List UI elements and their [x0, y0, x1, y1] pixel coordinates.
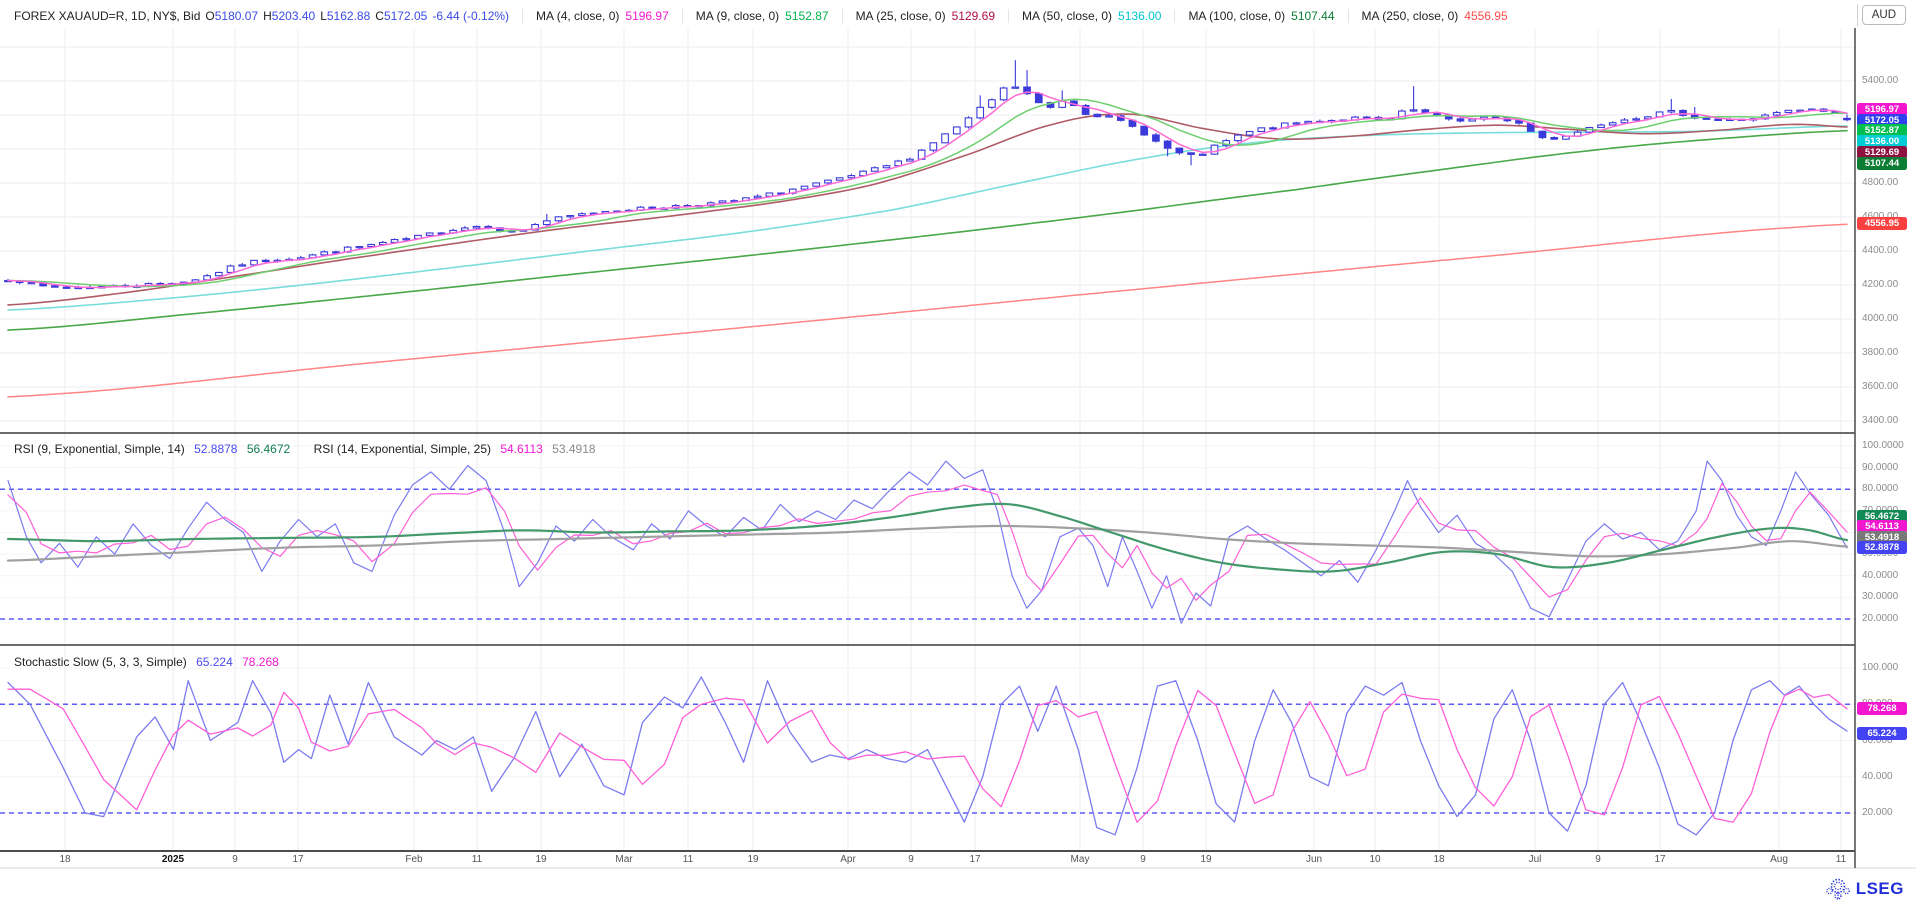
lseg-logo-text: LSEG — [1856, 879, 1904, 899]
charting-app: FOREX XAUAUD=R, 1D, NY$, Bid O5180.07 H5… — [0, 0, 1916, 905]
lseg-logo: LSEG — [1825, 876, 1904, 902]
rsi-title-2: RSI (14, Exponential, Simple, 25) — [314, 442, 491, 456]
rsi-pane-header: RSI (9, Exponential, Simple, 14) 52.8878… — [14, 442, 602, 456]
lseg-thistle-icon — [1825, 876, 1851, 902]
rsi9-value: 52.8878 — [194, 442, 237, 456]
rsi14-value: 54.6113 — [500, 442, 543, 456]
stoch-pane-header: Stochastic Slow (5, 3, 3, Simple) 65.224… — [14, 655, 285, 669]
rsi-title-1: RSI (9, Exponential, Simple, 14) — [14, 442, 185, 456]
rsi9-signal-value: 56.4672 — [247, 442, 290, 456]
stoch-d-value: 78.268 — [242, 655, 279, 669]
rsi14-signal-value: 53.4918 — [552, 442, 595, 456]
stoch-title: Stochastic Slow (5, 3, 3, Simple) — [14, 655, 187, 669]
stoch-k-value: 65.224 — [196, 655, 233, 669]
